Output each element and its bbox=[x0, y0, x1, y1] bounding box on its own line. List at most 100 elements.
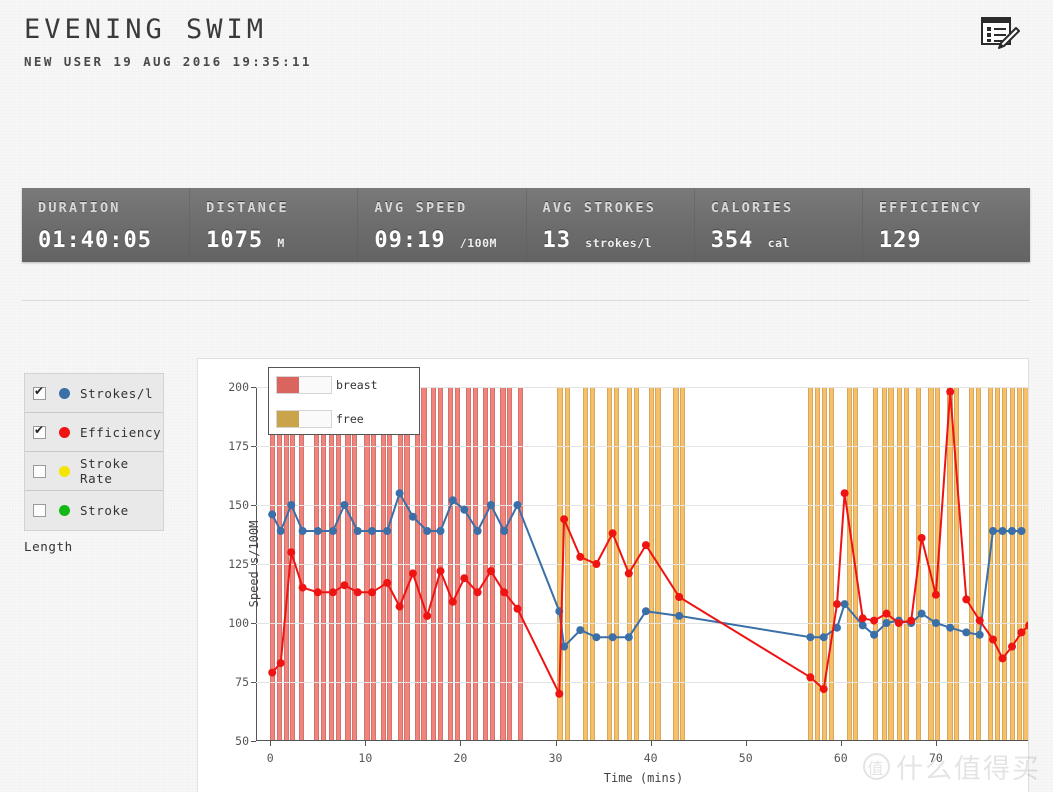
data-point[interactable] bbox=[276, 659, 285, 668]
data-point[interactable] bbox=[555, 689, 564, 698]
data-point[interactable] bbox=[931, 619, 940, 627]
data-point[interactable] bbox=[408, 569, 417, 578]
data-point[interactable] bbox=[395, 602, 404, 611]
checkbox-icon[interactable] bbox=[33, 423, 46, 439]
data-point[interactable] bbox=[840, 600, 849, 609]
stat-label: DURATION bbox=[38, 200, 121, 216]
data-point[interactable] bbox=[1017, 527, 1026, 535]
data-point[interactable] bbox=[287, 548, 296, 557]
data-point[interactable] bbox=[329, 588, 337, 597]
legend-item-breast[interactable]: breast bbox=[269, 368, 419, 402]
data-point[interactable] bbox=[353, 588, 362, 597]
data-point[interactable] bbox=[448, 496, 457, 505]
data-point[interactable] bbox=[276, 527, 285, 535]
data-point[interactable] bbox=[513, 604, 522, 613]
data-point[interactable] bbox=[383, 578, 392, 587]
data-point[interactable] bbox=[500, 588, 509, 597]
chart-plot-area[interactable]: 50 75 100 125 150 175 200 0 10 20 30 40 50 60 70 Spee… bbox=[228, 380, 1028, 785]
data-point[interactable] bbox=[576, 626, 585, 635]
data-point[interactable] bbox=[946, 387, 955, 396]
data-point[interactable] bbox=[423, 611, 432, 620]
data-point[interactable] bbox=[624, 633, 633, 642]
data-point[interactable] bbox=[806, 673, 815, 682]
data-point[interactable] bbox=[833, 600, 841, 609]
legend-item-free[interactable]: free bbox=[269, 402, 419, 436]
data-point[interactable] bbox=[1008, 642, 1016, 651]
data-point[interactable] bbox=[486, 501, 495, 509]
data-point[interactable] bbox=[998, 654, 1007, 663]
data-point[interactable] bbox=[641, 607, 650, 616]
data-point[interactable] bbox=[287, 501, 296, 509]
data-point[interactable] bbox=[1008, 527, 1016, 535]
data-point[interactable] bbox=[298, 583, 307, 592]
data-point[interactable] bbox=[975, 616, 984, 625]
data-point[interactable] bbox=[395, 489, 404, 498]
data-point[interactable] bbox=[917, 609, 926, 618]
data-point[interactable] bbox=[870, 630, 879, 639]
data-point[interactable] bbox=[473, 588, 482, 597]
data-point[interactable] bbox=[473, 527, 482, 535]
note-edit-icon[interactable] bbox=[978, 14, 1020, 54]
data-point[interactable] bbox=[408, 512, 417, 521]
data-point[interactable] bbox=[819, 685, 828, 694]
data-point[interactable] bbox=[806, 633, 815, 642]
data-point[interactable] bbox=[819, 633, 828, 642]
series-toggle-efficiency[interactable]: Efficiency bbox=[25, 413, 163, 452]
data-point[interactable] bbox=[340, 501, 349, 509]
series-toggle-strokes-per-length[interactable]: Strokes/l bbox=[25, 374, 163, 413]
data-point[interactable] bbox=[1017, 628, 1026, 637]
data-point[interactable] bbox=[882, 609, 891, 618]
data-point[interactable] bbox=[917, 534, 926, 542]
data-point[interactable] bbox=[368, 588, 376, 597]
checkbox-icon[interactable] bbox=[33, 384, 46, 400]
data-point[interactable] bbox=[329, 527, 337, 535]
data-point[interactable] bbox=[436, 527, 445, 535]
data-point[interactable] bbox=[368, 527, 376, 535]
data-point[interactable] bbox=[423, 527, 432, 535]
data-point[interactable] bbox=[513, 501, 522, 509]
checkbox-icon[interactable] bbox=[33, 464, 46, 478]
data-point[interactable] bbox=[962, 628, 971, 637]
data-point[interactable] bbox=[989, 635, 997, 644]
data-point[interactable] bbox=[460, 505, 469, 514]
data-point[interactable] bbox=[436, 567, 445, 576]
data-point[interactable] bbox=[592, 633, 601, 642]
data-point[interactable] bbox=[486, 567, 495, 576]
data-point[interactable] bbox=[268, 668, 277, 677]
data-point[interactable] bbox=[340, 581, 349, 590]
data-point[interactable] bbox=[931, 590, 940, 599]
data-point[interactable] bbox=[675, 593, 684, 601]
data-point[interactable] bbox=[448, 597, 457, 606]
series-toggle-stroke-rate[interactable]: Stroke Rate bbox=[25, 452, 163, 491]
data-point[interactable] bbox=[500, 527, 509, 535]
data-point[interactable] bbox=[962, 595, 971, 604]
data-point[interactable] bbox=[383, 527, 392, 535]
data-point[interactable] bbox=[268, 510, 277, 519]
data-point[interactable] bbox=[946, 623, 955, 632]
data-point[interactable] bbox=[624, 569, 633, 578]
data-point[interactable] bbox=[641, 541, 650, 550]
data-point[interactable] bbox=[353, 527, 362, 535]
data-point[interactable] bbox=[975, 630, 984, 639]
data-point[interactable] bbox=[858, 621, 867, 630]
data-point[interactable] bbox=[460, 574, 469, 583]
data-point[interactable] bbox=[870, 616, 879, 625]
data-point[interactable] bbox=[998, 527, 1007, 535]
data-point[interactable] bbox=[313, 527, 322, 535]
data-point[interactable] bbox=[560, 515, 569, 524]
data-point[interactable] bbox=[858, 614, 867, 623]
data-point[interactable] bbox=[608, 529, 617, 538]
data-point[interactable] bbox=[608, 633, 617, 642]
data-point[interactable] bbox=[592, 560, 601, 568]
data-point[interactable] bbox=[907, 616, 916, 625]
data-point[interactable] bbox=[576, 552, 585, 561]
data-point[interactable] bbox=[989, 527, 997, 535]
data-point[interactable] bbox=[894, 619, 903, 627]
series-toggle-stroke[interactable]: Stroke bbox=[25, 491, 163, 530]
data-point[interactable] bbox=[882, 619, 891, 627]
data-point[interactable] bbox=[675, 611, 684, 620]
data-point[interactable] bbox=[298, 527, 307, 535]
data-point[interactable] bbox=[313, 588, 322, 597]
data-point[interactable] bbox=[840, 489, 849, 498]
checkbox-icon[interactable] bbox=[33, 504, 46, 517]
